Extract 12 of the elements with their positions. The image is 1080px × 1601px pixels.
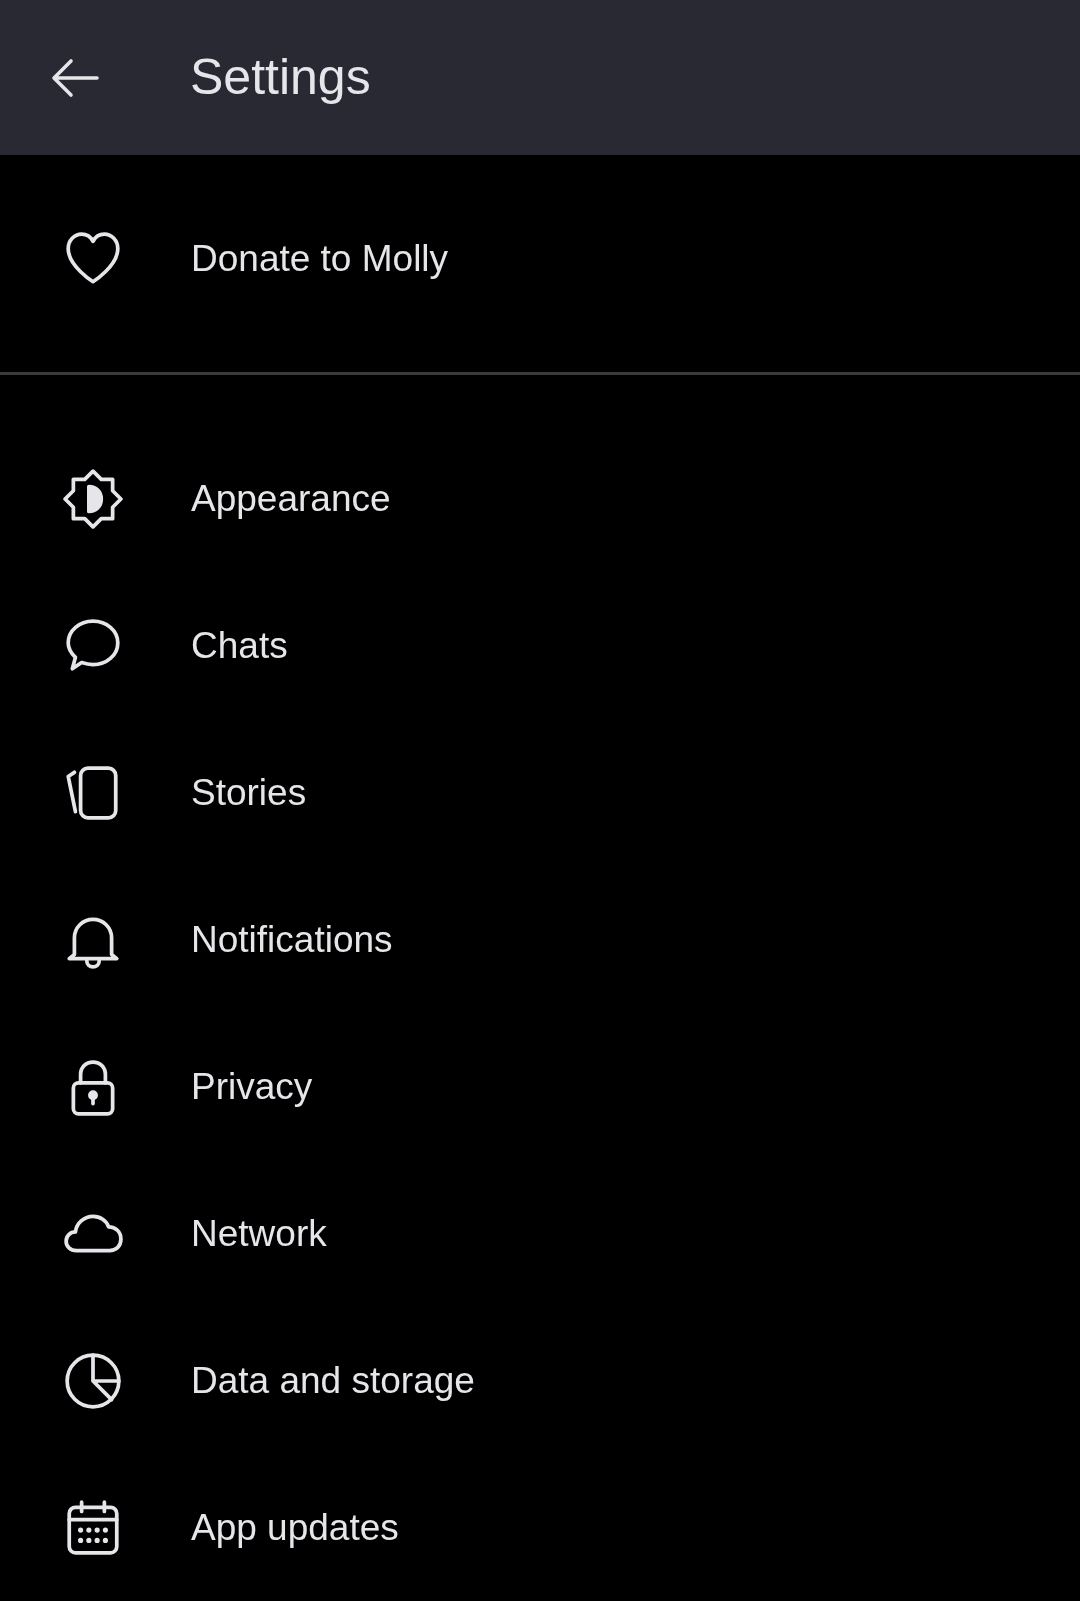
settings-item[interactable]: Privacy (0, 1013, 1080, 1160)
settings-item[interactable]: Data and storage (0, 1307, 1080, 1454)
settings-item[interactable]: Notifications (0, 866, 1080, 1013)
screen-title: Settings (190, 48, 371, 107)
brightness-icon (62, 467, 124, 530)
settings-item[interactable]: Network (0, 1160, 1080, 1307)
settings-item[interactable]: App updates (0, 1454, 1080, 1601)
settings-item[interactable]: Stories (0, 719, 1080, 866)
settings-item[interactable]: Chats (0, 572, 1080, 719)
settings-item[interactable]: Donate to Molly (0, 185, 1080, 332)
back-arrow-icon (51, 57, 99, 98)
settings-item[interactable]: Appearance (0, 425, 1080, 572)
